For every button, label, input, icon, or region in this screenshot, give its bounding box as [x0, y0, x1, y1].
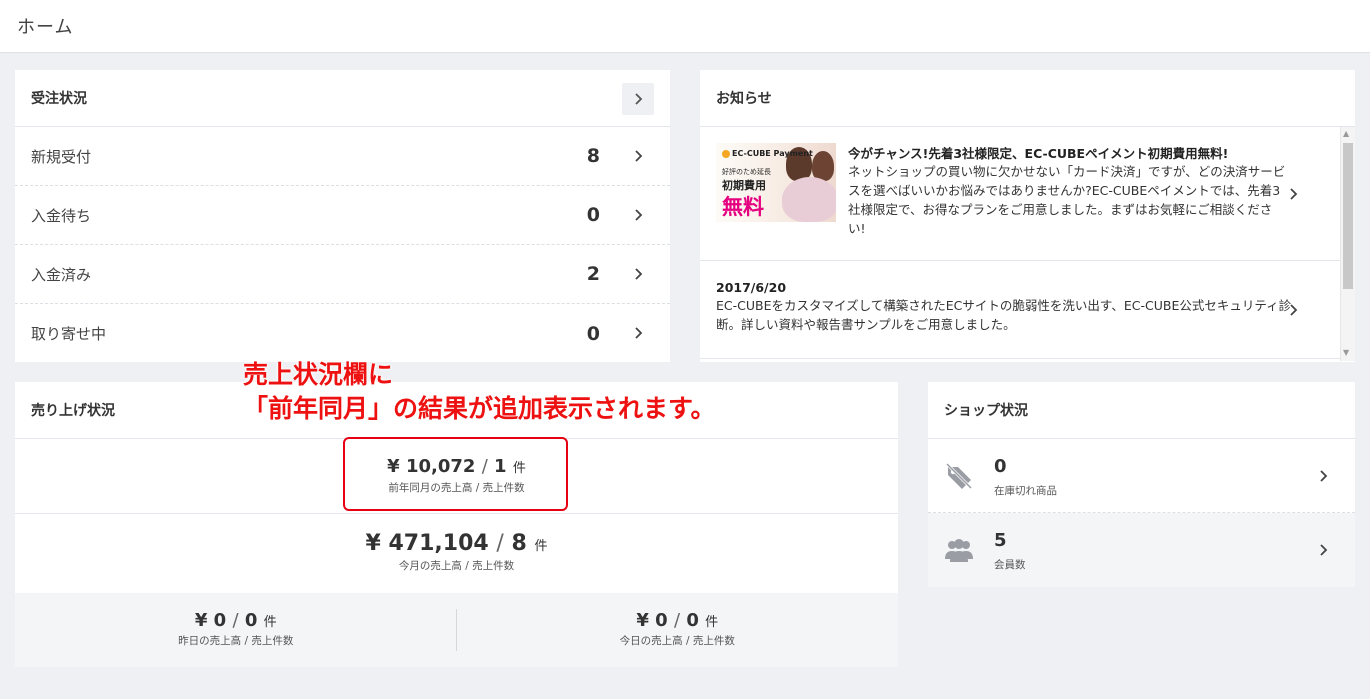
sales-this-month-label: 今月の売上高 / 売上件数 [398, 560, 515, 572]
chevron-right-icon [1290, 304, 1298, 316]
orders-card-title: 受注状況 [31, 91, 87, 107]
shop-card-header: ショップ状況 [928, 382, 1355, 439]
chevron-right-icon [635, 327, 643, 339]
chevron-right-icon [1320, 544, 1328, 556]
order-count: 0 [586, 322, 600, 345]
news-text: EC-CUBEをカスタマイズして構築されたECサイトの脆弱性を洗い出す、EC-C… [716, 298, 1292, 332]
sales-this-month: ¥ 471,104 / 8 件 今月の売上高 / 売上件数 [15, 514, 898, 593]
sales-yesterday: ¥ 0 / 0 件 昨日の売上高 / 売上件数 [15, 593, 457, 667]
out-of-stock-count: 0 [994, 456, 1007, 477]
sales-today-label: 今日の売上高 / 売上件数 [619, 635, 735, 647]
order-label: 入金済み [31, 265, 92, 284]
tag-icon [945, 462, 973, 490]
annotation-line-1: 売上状況欄に [243, 360, 394, 389]
shop-row-members[interactable]: 5 会員数 [928, 513, 1355, 587]
order-count: 2 [586, 263, 600, 285]
shop-row-out-of-stock[interactable]: 0 在庫切れ商品 [928, 439, 1355, 513]
page-title: ホーム [17, 17, 74, 38]
orders-list: 新規受付 8 入金待ち 0 入金済み 2 取り寄せ中 0 [15, 127, 670, 363]
news-card-title: お知らせ [716, 91, 772, 107]
news-card-header: お知らせ [700, 70, 1355, 127]
news-title: 今がチャンス!先着3社様限定、EC-CUBEペイメント初期費用無料! [848, 146, 1229, 161]
sales-this-month-amount: ¥ 471,104 / 8 件 [365, 531, 548, 556]
sales-today-amount: ¥ 0 / 0 件 [636, 610, 719, 631]
thumbnail-person [782, 177, 836, 222]
news-thumbnail: EC-CUBE Payment 好評のため延長 初期費用 無料 [716, 143, 836, 222]
chevron-right-icon [635, 209, 643, 221]
order-label: 取り寄せ中 [31, 325, 107, 343]
sales-yesterday-label: 昨日の売上高 / 売上件数 [178, 635, 294, 647]
news-item[interactable]: EC-CUBE Payment 好評のため延長 初期費用 無料 今がチャンス!先… [700, 127, 1340, 261]
chevron-right-icon [635, 93, 643, 105]
order-row-paid[interactable]: 入金済み 2 [15, 245, 670, 304]
chevron-right-icon [635, 268, 643, 280]
logo-mark-icon [722, 149, 730, 158]
annotation-highlight-box [343, 437, 568, 511]
scroll-down-icon[interactable]: ▼ [1343, 348, 1349, 357]
annotation-line-2: 「前年同月」の結果が追加表示されます。 [243, 394, 716, 423]
users-icon [945, 539, 973, 562]
news-list: EC-CUBE Payment 好評のため延長 初期費用 無料 今がチャンス!先… [700, 127, 1355, 361]
order-count: 8 [586, 145, 600, 167]
scrollbar-thumb[interactable] [1343, 143, 1353, 289]
order-count: 0 [586, 204, 600, 226]
thumbnail-caption: 好評のため延長 [722, 168, 771, 176]
chevron-right-icon [1320, 470, 1328, 482]
news-text: ネットショップの買い物に欠かせない「カード決済」ですが、どの決済サービスを選べば… [848, 164, 1286, 236]
thumbnail-highlight: 無料 [722, 195, 764, 219]
chevron-right-icon [635, 150, 643, 162]
shop-card-title: ショップ状況 [944, 403, 1028, 419]
order-label: 新規受付 [31, 147, 92, 166]
order-row-awaiting-payment[interactable]: 入金待ち 0 [15, 186, 670, 245]
sales-card-title: 売り上げ状況 [31, 403, 115, 419]
sales-yesterday-amount: ¥ 0 / 0 件 [194, 610, 277, 631]
news-item[interactable]: 2017/6/20 EC-CUBEをカスタマイズして構築されたECサイトの脆弱性… [700, 261, 1340, 359]
members-label: 会員数 [994, 559, 1026, 571]
top-bar: ホーム [0, 0, 1370, 53]
members-count: 5 [994, 530, 1007, 551]
scroll-up-icon[interactable]: ▲ [1343, 129, 1349, 138]
order-row-new[interactable]: 新規受付 8 [15, 127, 670, 186]
chevron-right-icon [1290, 188, 1298, 200]
order-label: 入金待ち [31, 206, 92, 225]
news-date: 2017/6/20 [716, 280, 787, 295]
news-scrollbar[interactable]: ▲ ▼ [1340, 127, 1355, 361]
out-of-stock-label: 在庫切れ商品 [994, 485, 1057, 497]
orders-more-button[interactable] [622, 83, 654, 115]
thumbnail-logo: EC-CUBE Payment [722, 149, 813, 158]
order-row-backorder[interactable]: 取り寄せ中 0 [15, 304, 670, 363]
sales-today: ¥ 0 / 0 件 今日の売上高 / 売上件数 [457, 593, 899, 667]
shop-card: ショップ状況 0 在庫切れ商品 5 会員数 [928, 382, 1355, 587]
news-card: お知らせ EC-CUBE Payment 好評のため延長 初期費用 無料 今がチ… [700, 70, 1355, 362]
orders-card-header: 受注状況 [15, 70, 670, 127]
orders-card: 受注状況 新規受付 8 入金待ち 0 入金済み 2 取り寄せ中 0 [15, 70, 670, 362]
sales-daily: ¥ 0 / 0 件 昨日の売上高 / 売上件数 ¥ 0 / 0 件 今日の売上高… [15, 593, 898, 667]
